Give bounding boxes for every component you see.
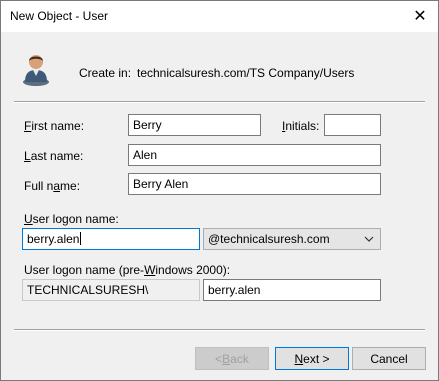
next-button[interactable]: Next > bbox=[275, 347, 349, 370]
text-caret bbox=[80, 232, 82, 245]
full-name-label: Full name: bbox=[24, 179, 81, 193]
pre2000-domain-field: TECHNICALSURESH\ bbox=[22, 279, 200, 301]
initials-label: Initials: bbox=[282, 119, 320, 133]
last-name-field[interactable]: Alen bbox=[128, 144, 381, 166]
initials-field[interactable] bbox=[324, 114, 381, 136]
new-object-user-dialog: New Object - User ✕ Create in: technical… bbox=[0, 0, 439, 381]
back-button[interactable]: < Back bbox=[195, 347, 269, 370]
pre2000-logon-field[interactable]: berry.alen bbox=[203, 279, 381, 301]
footer-divider bbox=[14, 329, 425, 331]
create-in-path: technicalsuresh.com/TS Company/Users bbox=[137, 66, 355, 80]
header-divider bbox=[14, 101, 425, 103]
domain-select[interactable]: @technicalsuresh.com bbox=[203, 228, 381, 250]
first-name-label: First name: bbox=[24, 119, 85, 133]
first-name-field[interactable]: Berry bbox=[128, 114, 261, 136]
user-icon bbox=[23, 55, 49, 86]
chevron-down-icon bbox=[364, 236, 374, 242]
title-bar: New Object - User ✕ bbox=[1, 1, 438, 32]
cancel-button[interactable]: Cancel bbox=[352, 347, 426, 370]
domain-select-value: @technicalsuresh.com bbox=[208, 232, 330, 246]
full-name-field[interactable]: Berry Alen bbox=[128, 173, 381, 195]
logon-name-label: User logon name: bbox=[24, 212, 119, 226]
last-name-label: Last name: bbox=[24, 149, 84, 163]
create-in-label: Create in: bbox=[79, 66, 132, 80]
close-icon[interactable]: ✕ bbox=[408, 5, 432, 27]
pre2000-logon-label: User logon name (pre-Windows 2000): bbox=[24, 263, 231, 277]
window-title: New Object - User bbox=[10, 9, 109, 23]
logon-name-field[interactable]: berry.alen bbox=[22, 228, 200, 250]
logon-name-value: berry.alen bbox=[27, 232, 80, 246]
